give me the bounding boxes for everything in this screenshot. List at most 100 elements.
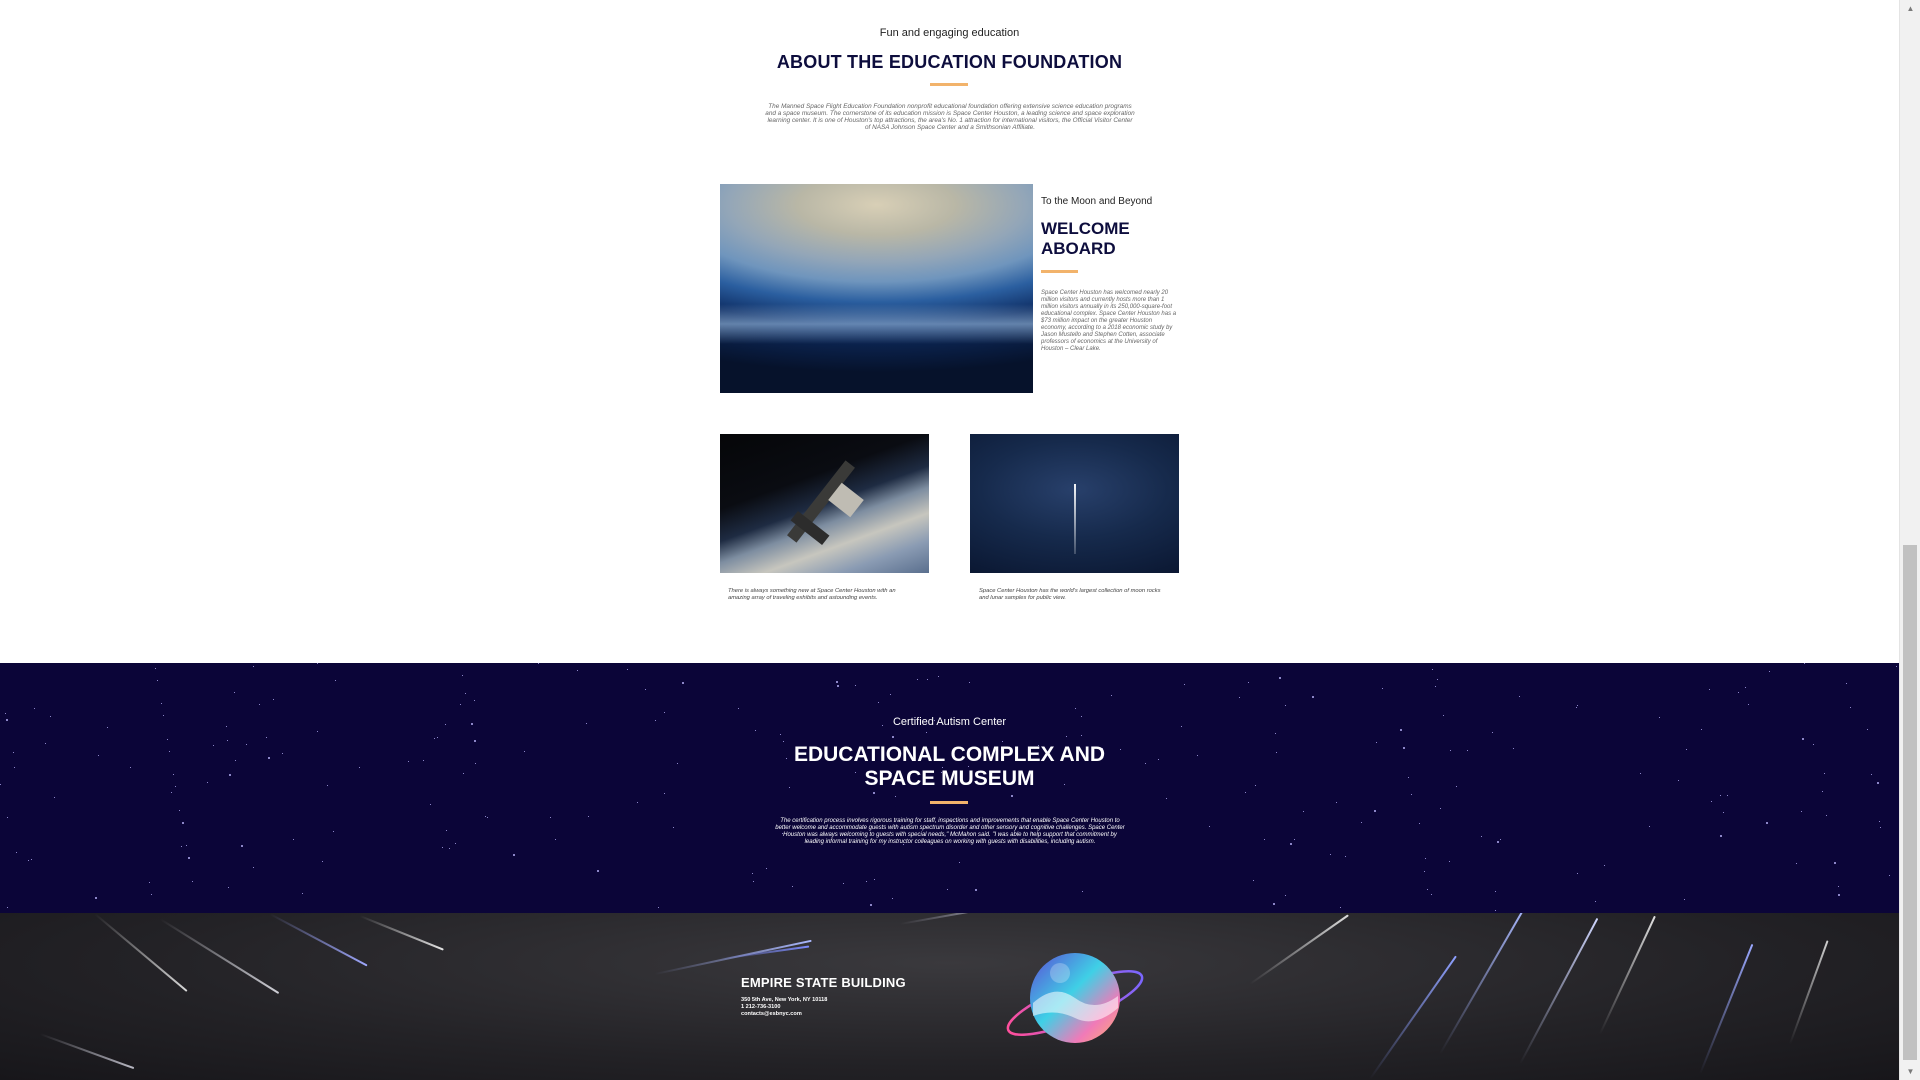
- star-dot: [1111, 695, 1112, 696]
- star-dot: [1846, 683, 1847, 684]
- atmosphere-glow: [720, 304, 1033, 344]
- star-dot: [1709, 689, 1710, 690]
- star-trail: [269, 913, 368, 967]
- footer-phone: 1 212-736-3100: [741, 1004, 781, 1010]
- star-dot: [1604, 865, 1605, 866]
- star-dot: [870, 904, 872, 906]
- star-dot: [1889, 875, 1890, 876]
- star-dot: [179, 810, 180, 811]
- star-dot: [167, 739, 168, 740]
- star-dot: [1425, 858, 1426, 859]
- scrollbar-thumb[interactable]: [1903, 545, 1917, 1060]
- star-dot: [54, 797, 55, 798]
- star-dot: [588, 816, 589, 817]
- planet-logo-icon: [1006, 953, 1144, 1043]
- star-dot: [766, 868, 767, 869]
- star-dot: [192, 881, 193, 882]
- star-dot: [577, 670, 578, 671]
- star-dot: [161, 703, 162, 704]
- star-dot: [34, 708, 35, 709]
- star-dot: [664, 793, 665, 794]
- certified-title-line-1: EDUCATIONAL COMPLEX AND: [793, 743, 1106, 766]
- star-dot: [1492, 732, 1493, 733]
- star-dot: [1838, 886, 1839, 887]
- star-dot: [1209, 826, 1210, 827]
- star-dot: [317, 731, 318, 732]
- star-dot: [975, 889, 977, 891]
- star-dot: [1184, 684, 1185, 685]
- about-title: ABOUT THE EDUCATION FOUNDATION: [776, 52, 1123, 72]
- star-dot: [1834, 862, 1836, 864]
- star-dot: [1595, 901, 1596, 902]
- star-dot: [755, 730, 756, 731]
- star-dot: [878, 702, 879, 703]
- star-dot: [1745, 687, 1746, 688]
- star-dot: [151, 894, 152, 895]
- star-dot: [1577, 705, 1578, 706]
- star-dot: [317, 663, 318, 664]
- star-dot: [1577, 873, 1578, 874]
- star-dot: [1424, 871, 1425, 872]
- star-dot: [1081, 735, 1082, 736]
- star-dot: [1711, 801, 1712, 802]
- star-dot: [890, 694, 891, 695]
- star-dot: [322, 861, 323, 862]
- star-dot: [1303, 811, 1304, 812]
- star-trail: [94, 913, 188, 992]
- star-dot: [658, 907, 659, 908]
- card-caption-2: Space Center Houston has the world's lar…: [979, 588, 1161, 601]
- about-section: Fun and engaging education ABOUT THE EDU…: [0, 0, 1899, 150]
- star-dot: [1279, 677, 1281, 679]
- star-dot: [1720, 795, 1721, 796]
- star-dot: [959, 862, 960, 863]
- star-dot: [487, 817, 488, 818]
- star-dot: [1419, 823, 1420, 824]
- star-dot: [1720, 835, 1722, 837]
- star-dot: [855, 685, 856, 686]
- star-dot: [241, 845, 243, 847]
- scroll-down-arrow-icon[interactable]: ▼: [1900, 1063, 1920, 1080]
- star-dot: [947, 889, 948, 890]
- star-dot: [460, 704, 461, 705]
- scroll-up-arrow-icon[interactable]: ▲: [1900, 0, 1920, 17]
- star-dot: [234, 692, 235, 693]
- footer-email[interactable]: contacts@esbnyc.com: [741, 1011, 802, 1017]
- certified-section: Certified Autism Center EDUCATIONAL COMP…: [0, 663, 1899, 913]
- vertical-scrollbar[interactable]: ▲ ▼: [1899, 0, 1920, 1080]
- star-dot: [1411, 794, 1412, 795]
- star-dot: [1253, 880, 1254, 881]
- star-dot: [753, 881, 754, 882]
- star-dot: [1867, 729, 1868, 730]
- star-dot: [253, 867, 254, 868]
- certified-accent-rule: [930, 801, 968, 804]
- star-dot: [1826, 815, 1827, 816]
- star-dot: [1336, 802, 1337, 803]
- star-dot: [1432, 669, 1433, 670]
- welcome-accent-rule: [1041, 270, 1078, 273]
- star-dot: [1723, 812, 1724, 813]
- star-trail: [1789, 940, 1829, 1045]
- star-dot: [1075, 708, 1076, 709]
- star-dot: [31, 859, 32, 860]
- star-dot: [462, 675, 463, 676]
- star-dot: [1382, 688, 1383, 689]
- star-dot: [449, 848, 450, 849]
- star-dot: [465, 693, 466, 694]
- star-dot: [682, 682, 684, 684]
- star-dot: [1727, 795, 1728, 796]
- star-dot: [1481, 836, 1482, 837]
- star-dot: [1330, 854, 1331, 855]
- star-dot: [1248, 682, 1249, 683]
- star-dot: [1290, 843, 1292, 845]
- star-dot: [228, 887, 229, 888]
- star-dot: [513, 854, 515, 856]
- certified-kicker: Certified Autism Center: [892, 716, 1007, 728]
- star-dot: [253, 666, 254, 667]
- star-dot: [259, 704, 260, 705]
- star-dot: [627, 669, 628, 670]
- footer-address: 350 5th Ave, New York, NY 10118: [741, 997, 828, 1003]
- star-dot: [302, 893, 303, 894]
- star-dot: [1431, 894, 1432, 895]
- star-dot: [1440, 808, 1441, 809]
- star-dot: [1880, 827, 1881, 828]
